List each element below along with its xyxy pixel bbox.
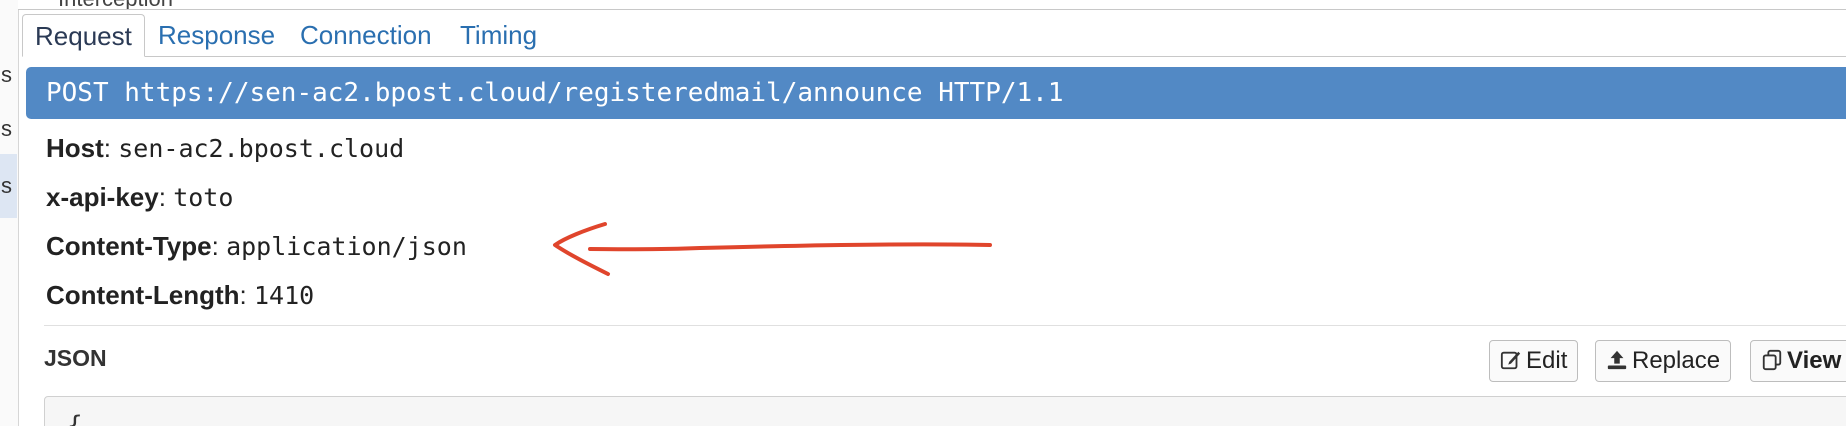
copy-icon	[1762, 349, 1782, 371]
upload-icon	[1607, 350, 1627, 370]
json-body-preview: {	[67, 411, 83, 426]
edit-icon	[1500, 351, 1521, 370]
arrow-left-icon	[553, 222, 992, 276]
edit-button-label: Edit	[1526, 347, 1568, 374]
replace-button-label: Replace	[1632, 347, 1721, 374]
view-button[interactable]: View	[1750, 340, 1846, 382]
view-button-label: View	[1787, 347, 1842, 374]
http-inspector-panel: s s s Interception Request Response Conn…	[0, 0, 1846, 426]
replace-button[interactable]: Replace	[1595, 340, 1732, 382]
edit-button[interactable]: Edit	[1489, 340, 1579, 382]
body-format-label: JSON	[44, 345, 107, 371]
json-body-editor[interactable]: {	[44, 396, 1846, 426]
red-arrow-annotation	[553, 222, 992, 276]
section-divider	[44, 325, 1846, 326]
